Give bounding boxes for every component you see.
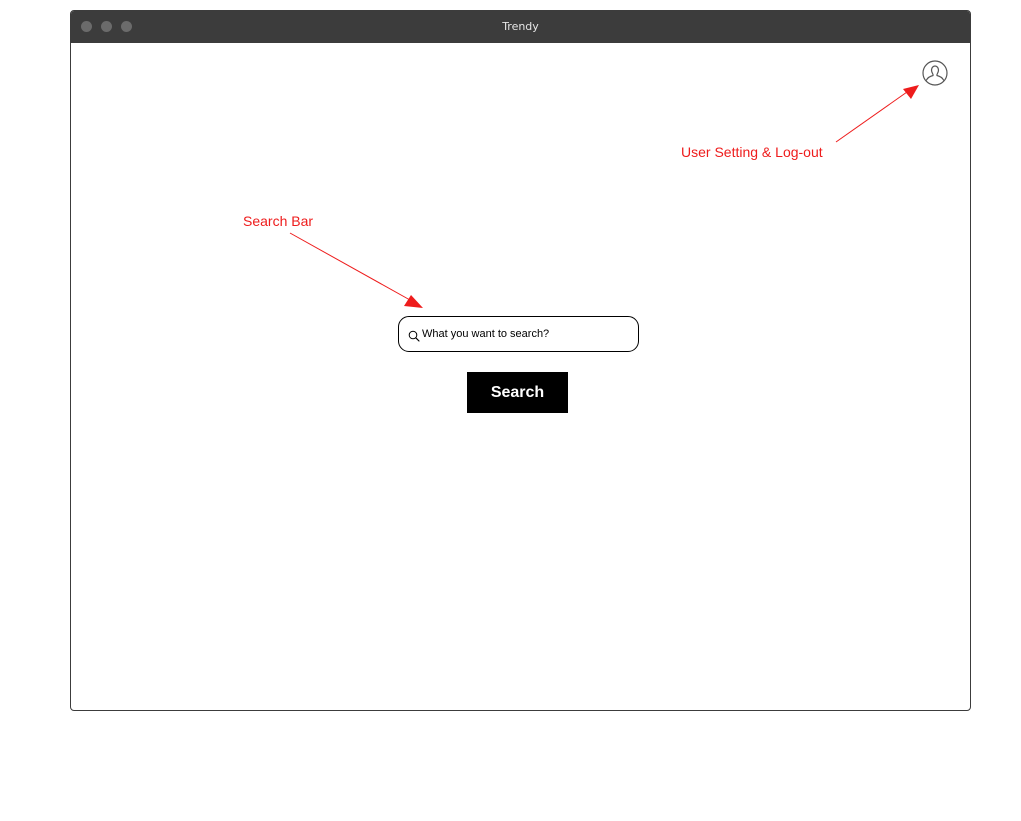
main-content: Search bbox=[71, 43, 970, 710]
search-bar[interactable] bbox=[398, 316, 639, 352]
user-setting-annotation: User Setting & Log-out bbox=[681, 144, 823, 160]
search-input[interactable] bbox=[422, 317, 632, 351]
user-icon[interactable] bbox=[922, 60, 948, 86]
search-bar-annotation: Search Bar bbox=[243, 213, 314, 229]
window-title: Trendy bbox=[502, 20, 539, 33]
search-icon bbox=[408, 329, 420, 342]
app-window: Trendy Search bbox=[70, 10, 971, 711]
title-bar: Trendy bbox=[71, 11, 970, 43]
search-button[interactable]: Search bbox=[467, 372, 568, 413]
